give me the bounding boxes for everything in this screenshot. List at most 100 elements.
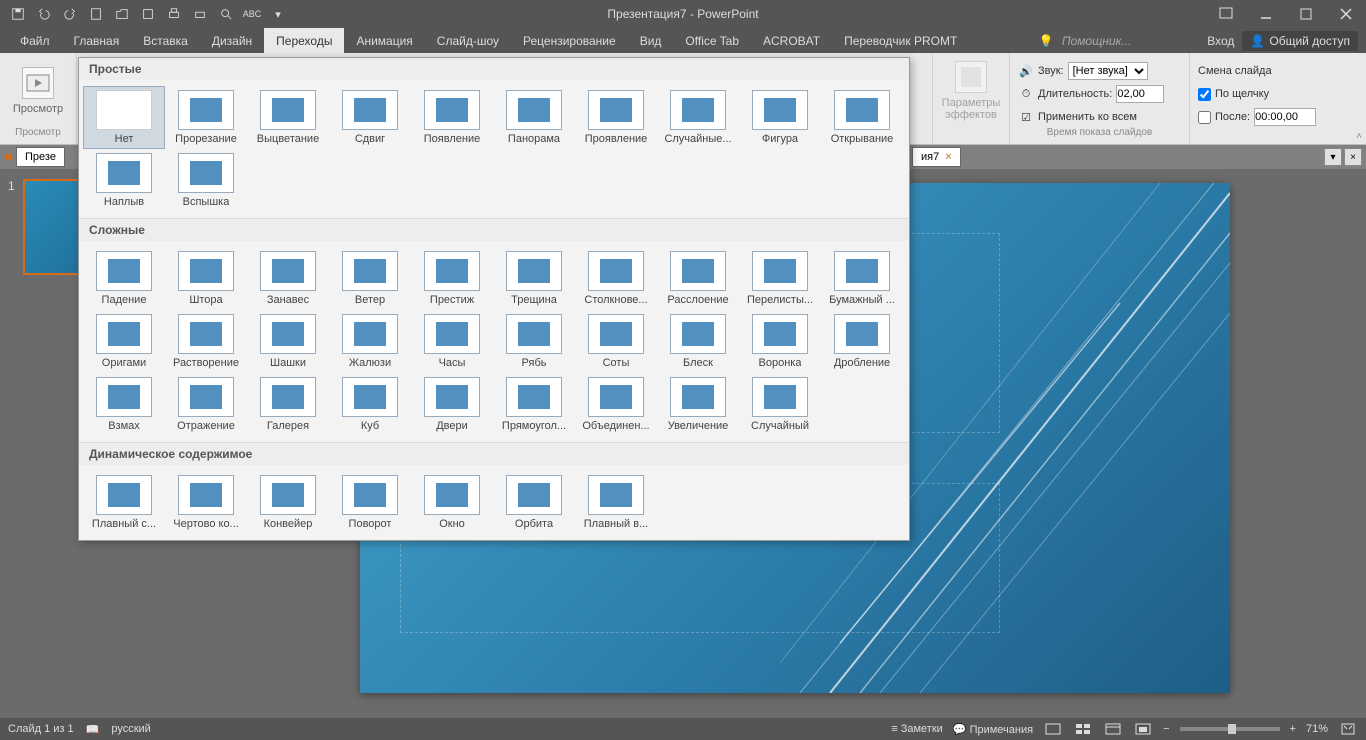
duration-input[interactable]	[1116, 85, 1164, 103]
sorter-view-icon[interactable]	[1073, 721, 1093, 737]
tab-view[interactable]: Вид	[628, 28, 674, 53]
tab-close-button[interactable]: ×	[1344, 148, 1362, 166]
transition-item[interactable]: Увеличение	[657, 373, 739, 436]
transition-item[interactable]: Объединен...	[575, 373, 657, 436]
transition-item[interactable]: Открывание	[821, 86, 903, 149]
transition-item[interactable]: Двери	[411, 373, 493, 436]
transition-item[interactable]: Фигура	[739, 86, 821, 149]
transition-item[interactable]: Штора	[165, 247, 247, 310]
save-icon[interactable]	[6, 2, 30, 26]
tab-slideshow[interactable]: Слайд-шоу	[425, 28, 511, 53]
on-click-checkbox[interactable]	[1198, 88, 1211, 101]
new-icon[interactable]	[84, 2, 108, 26]
transition-item[interactable]: Рябь	[493, 310, 575, 373]
transition-item[interactable]: Дробление	[821, 310, 903, 373]
fit-window-icon[interactable]	[1338, 721, 1358, 737]
transition-item[interactable]: Столкнове...	[575, 247, 657, 310]
tab-insert[interactable]: Вставка	[131, 28, 200, 53]
undo-icon[interactable]	[32, 2, 56, 26]
transition-item[interactable]: Отражение	[165, 373, 247, 436]
transition-item[interactable]: Ветер	[329, 247, 411, 310]
transition-item[interactable]: Конвейер	[247, 471, 329, 534]
transition-item[interactable]: Нет	[83, 86, 165, 149]
transition-item[interactable]: Прорезание	[165, 86, 247, 149]
transition-item[interactable]: Появление	[411, 86, 493, 149]
transition-item[interactable]: Выцветание	[247, 86, 329, 149]
transition-item[interactable]: Оригами	[83, 310, 165, 373]
tab-dropdown-button[interactable]: ▾	[1324, 148, 1342, 166]
transition-item[interactable]: Блеск	[657, 310, 739, 373]
transition-item[interactable]: Проявление	[575, 86, 657, 149]
print-icon[interactable]	[162, 2, 186, 26]
after-input[interactable]	[1254, 108, 1316, 126]
redo-icon[interactable]	[58, 2, 82, 26]
zoom-in-button[interactable]: +	[1290, 723, 1296, 735]
transition-item[interactable]: Жалюзи	[329, 310, 411, 373]
sound-select[interactable]: [Нет звука]	[1068, 62, 1148, 80]
document-tab-overlap[interactable]: ия7 ×	[912, 147, 961, 167]
qat-more-icon[interactable]: ▾	[266, 2, 290, 26]
transition-item[interactable]: Занавес	[247, 247, 329, 310]
transition-item[interactable]: Случайные...	[657, 86, 739, 149]
minimize-button[interactable]	[1246, 0, 1286, 28]
quick-print-icon[interactable]	[188, 2, 212, 26]
transition-item[interactable]: Плавный в...	[575, 471, 657, 534]
open-icon[interactable]	[110, 2, 134, 26]
close-button[interactable]	[1326, 0, 1366, 28]
transition-item[interactable]: Сдвиг	[329, 86, 411, 149]
tell-me-input[interactable]: Помощник...	[1062, 34, 1131, 48]
transition-item[interactable]: Падение	[83, 247, 165, 310]
transition-item[interactable]: Куб	[329, 373, 411, 436]
document-tab[interactable]: Презе	[16, 147, 65, 167]
tab-acrobat[interactable]: ACROBAT	[751, 28, 832, 53]
transition-item[interactable]: Воронка	[739, 310, 821, 373]
zoom-level[interactable]: 71%	[1306, 723, 1328, 735]
transition-item[interactable]: Перелисты...	[739, 247, 821, 310]
tab-animations[interactable]: Анимация	[344, 28, 424, 53]
spelling-icon[interactable]: ABC	[240, 2, 264, 26]
tab-home[interactable]: Главная	[62, 28, 132, 53]
transition-item[interactable]: Часы	[411, 310, 493, 373]
transition-item[interactable]: Орбита	[493, 471, 575, 534]
ribbon-options-icon[interactable]	[1206, 0, 1246, 28]
preview-button[interactable]: Просмотр	[8, 57, 68, 125]
effect-options-button[interactable]: Параметры эффектов	[941, 57, 1001, 125]
transition-item[interactable]: Прямоугол...	[493, 373, 575, 436]
zoom-slider[interactable]	[1180, 727, 1280, 731]
touch-icon[interactable]	[136, 2, 160, 26]
transition-item[interactable]: Панорама	[493, 86, 575, 149]
normal-view-icon[interactable]	[1043, 721, 1063, 737]
after-checkbox[interactable]	[1198, 111, 1211, 124]
transition-item[interactable]: Растворение	[165, 310, 247, 373]
preview-icon[interactable]	[214, 2, 238, 26]
slideshow-view-icon[interactable]	[1133, 721, 1153, 737]
tab-promt[interactable]: Переводчик PROMT	[832, 28, 969, 53]
transition-item[interactable]: Престиж	[411, 247, 493, 310]
notes-button[interactable]: ≡ Заметки	[891, 723, 943, 735]
login-button[interactable]: Вход	[1207, 34, 1234, 48]
reading-view-icon[interactable]	[1103, 721, 1123, 737]
transition-item[interactable]: Галерея	[247, 373, 329, 436]
transition-item[interactable]: Трещина	[493, 247, 575, 310]
maximize-button[interactable]	[1286, 0, 1326, 28]
collapse-ribbon-icon[interactable]: ˄	[1356, 131, 1362, 142]
transition-item[interactable]: Соты	[575, 310, 657, 373]
tab-design[interactable]: Дизайн	[200, 28, 264, 53]
transition-item[interactable]: Случайный	[739, 373, 821, 436]
transition-item[interactable]: Шашки	[247, 310, 329, 373]
transition-item[interactable]: Чертово ко...	[165, 471, 247, 534]
tab-review[interactable]: Рецензирование	[511, 28, 628, 53]
transition-item[interactable]: Плавный с...	[83, 471, 165, 534]
tab-file[interactable]: Файл	[8, 28, 62, 53]
transition-item[interactable]: Взмах	[83, 373, 165, 436]
transition-item[interactable]: Окно	[411, 471, 493, 534]
tab-officetab[interactable]: Office Tab	[673, 28, 751, 53]
close-tab-icon[interactable]: ×	[945, 151, 951, 163]
zoom-out-button[interactable]: −	[1163, 723, 1169, 735]
transition-item[interactable]: Расслоение	[657, 247, 739, 310]
comments-button[interactable]: 💬 Примечания	[953, 723, 1033, 736]
transition-item[interactable]: Бумажный ...	[821, 247, 903, 310]
transition-item[interactable]: Поворот	[329, 471, 411, 534]
transition-item[interactable]: Наплыв	[83, 149, 165, 212]
status-language[interactable]: русский	[111, 723, 150, 735]
